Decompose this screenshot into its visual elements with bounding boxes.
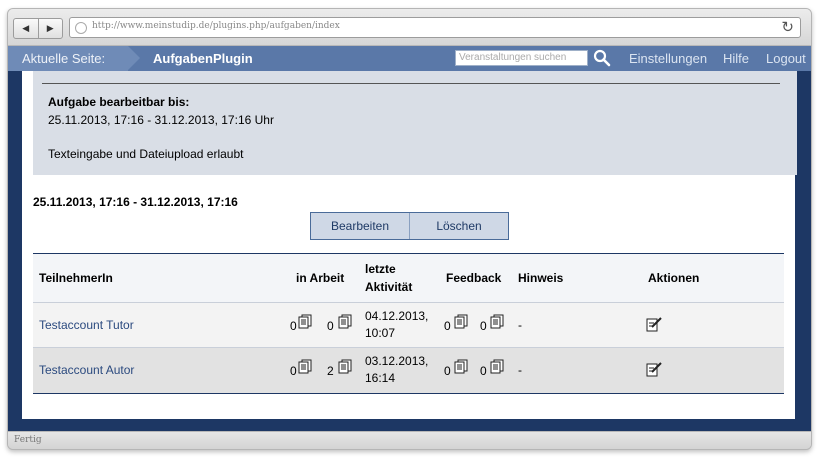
col-in-progress[interactable]: in Arbeit: [296, 271, 344, 285]
table-row: Testaccount Tutor 0 0 04.12.2013, 10:07 …: [33, 303, 784, 348]
upload-note: Texteingabe und Dateiupload erlaubt: [48, 147, 244, 161]
participant-link[interactable]: Testaccount Tutor: [39, 318, 134, 332]
url-bar[interactable]: http://www.meinstudip.de/plugins.php/auf…: [69, 17, 801, 38]
edit-icon[interactable]: [646, 361, 662, 377]
col-feedback[interactable]: Feedback: [446, 271, 501, 285]
col-hint[interactable]: Hinweis: [518, 271, 563, 285]
feedback-count-a: 0: [444, 364, 451, 378]
page-title[interactable]: AufgabenPlugin: [153, 51, 253, 66]
document-icon[interactable]: [338, 314, 352, 329]
document-icon[interactable]: [490, 314, 504, 329]
work-count-b: 2: [327, 364, 334, 378]
settings-link[interactable]: Einstellungen: [629, 51, 707, 66]
document-icon[interactable]: [338, 359, 352, 374]
edit-button[interactable]: Bearbeiten: [311, 213, 410, 239]
col-last-activity-1[interactable]: letzte: [365, 262, 396, 276]
document-icon[interactable]: [298, 359, 312, 374]
document-icon[interactable]: [298, 314, 312, 329]
feedback-count-b: 0: [480, 364, 487, 378]
range-heading: 25.11.2013, 17:16 - 31.12.2013, 17:16: [33, 195, 238, 209]
back-button[interactable]: ◀: [14, 19, 38, 38]
work-count-a: 0: [290, 364, 297, 378]
document-icon[interactable]: [454, 314, 468, 329]
feedback-count-b: 0: [480, 319, 487, 333]
breadcrumb-arrow: [128, 46, 140, 70]
activity-time: 10:07: [365, 326, 396, 340]
logout-link[interactable]: Logout: [766, 51, 806, 66]
site-header: Aktuelle Seite: AufgabenPlugin Veranstal…: [8, 46, 811, 71]
edit-icon[interactable]: [646, 316, 662, 332]
action-buttons: Bearbeiten Löschen: [310, 212, 509, 240]
table-row: Testaccount Autor 0 2 03.12.2013, 16:14 …: [33, 348, 784, 393]
participant-link[interactable]: Testaccount Autor: [39, 363, 134, 377]
col-actions: Aktionen: [648, 271, 700, 285]
url-text: http://www.meinstudip.de/plugins.php/auf…: [92, 21, 340, 31]
help-link[interactable]: Hilfe: [723, 51, 749, 66]
info-box: Aufgabe bearbeitbar bis: 25.11.2013, 17:…: [33, 71, 797, 175]
status-bar: Fertig: [8, 431, 811, 449]
activity-date: 04.12.2013,: [365, 309, 429, 323]
current-page-label: Aktuelle Seite:: [22, 51, 106, 66]
site-icon: [75, 22, 87, 34]
table-header: TeilnehmerIn in Arbeit letzte Aktivität …: [33, 254, 784, 303]
hint-value: -: [518, 363, 522, 377]
content-frame: Aufgabe bearbeitbar bis: 25.11.2013, 17:…: [8, 71, 811, 431]
activity-date: 03.12.2013,: [365, 354, 429, 368]
browser-toolbar: ◀ ▶ http://www.meinstudip.de/plugins.php…: [8, 9, 811, 46]
delete-button[interactable]: Löschen: [410, 213, 508, 239]
forward-button[interactable]: ▶: [37, 19, 63, 38]
search-input[interactable]: Veranstaltungen suchen: [455, 50, 588, 66]
hint-value: -: [518, 318, 522, 332]
breadcrumb-label: Aktuelle Seite:: [8, 46, 128, 71]
document-icon[interactable]: [454, 359, 468, 374]
browser-window: ◀ ▶ http://www.meinstudip.de/plugins.php…: [7, 8, 812, 450]
nav-buttons: ◀ ▶: [13, 18, 63, 39]
editable-range: 25.11.2013, 17:16 - 31.12.2013, 17:16 Uh…: [48, 113, 274, 127]
main-content: Aufgabe bearbeitbar bis: 25.11.2013, 17:…: [22, 71, 797, 419]
divider: [42, 83, 780, 84]
editable-until-label: Aufgabe bearbeitbar bis:: [48, 95, 190, 109]
work-count-b: 0: [327, 319, 334, 333]
search-icon[interactable]: [593, 49, 611, 67]
col-last-activity-2[interactable]: Aktivität: [365, 280, 412, 294]
col-participant[interactable]: TeilnehmerIn: [39, 271, 113, 285]
work-count-a: 0: [290, 319, 297, 333]
reload-icon[interactable]: ↻: [781, 18, 794, 37]
status-text: Fertig: [14, 435, 42, 445]
activity-time: 16:14: [365, 371, 396, 385]
document-icon[interactable]: [490, 359, 504, 374]
feedback-count-a: 0: [444, 319, 451, 333]
submissions-table: TeilnehmerIn in Arbeit letzte Aktivität …: [33, 253, 784, 394]
